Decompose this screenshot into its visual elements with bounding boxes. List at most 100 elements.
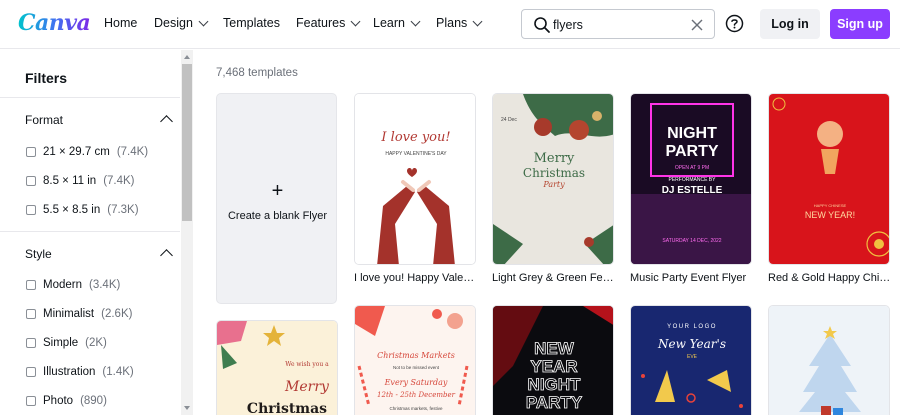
divider	[0, 97, 180, 98]
svg-text:HAPPY VALENTINE'S DAY: HAPPY VALENTINE'S DAY	[385, 151, 447, 157]
new-year-party-thumbnail: NEW YEAR NIGHT PARTY	[493, 306, 613, 415]
checkbox[interactable]	[26, 396, 36, 406]
svg-text:NEW: NEW	[534, 339, 575, 358]
svg-text:Every Saturday: Every Saturday	[384, 378, 448, 387]
nav-home[interactable]: Home	[104, 16, 137, 30]
template-title[interactable]: Light Grey & Green Festive Christmas Par…	[492, 272, 616, 284]
clear-search-icon[interactable]	[689, 17, 705, 33]
template-card-music-party[interactable]: NIGHT PARTY OPEN AT 9 PM PERFORMANCE BY …	[630, 93, 752, 265]
svg-text:I love you!: I love you!	[380, 130, 450, 145]
merry-christmas-thumbnail: We wish you a Merry Christmas	[217, 321, 337, 415]
scrollbar-thumb[interactable]	[182, 64, 192, 221]
svg-text:PERFORMANCE BY: PERFORMANCE BY	[669, 177, 717, 183]
svg-text:PARTY: PARTY	[665, 143, 718, 160]
checkbox[interactable]	[26, 367, 36, 377]
style-section-title[interactable]: Style	[25, 247, 52, 261]
svg-text:12th - 25th December: 12th - 25th December	[377, 391, 456, 399]
svg-text:SATURDAY 14 DEC, 2022: SATURDAY 14 DEC, 2022	[662, 238, 721, 244]
svg-text:We wish you a: We wish you a	[285, 361, 329, 368]
svg-text:NEW YEAR!: NEW YEAR!	[805, 210, 855, 220]
divider	[0, 231, 180, 232]
nav-plans[interactable]: Plans	[436, 16, 483, 30]
help-icon[interactable]	[725, 14, 744, 33]
checkbox[interactable]	[26, 309, 36, 319]
nav-design[interactable]: Design	[154, 16, 209, 30]
svg-text:New Year's: New Year's	[657, 337, 726, 351]
music-party-thumbnail: NIGHT PARTY OPEN AT 9 PM PERFORMANCE BY …	[631, 94, 751, 264]
create-blank-flyer-card[interactable]: + Create a blank Flyer	[216, 93, 337, 304]
sidebar-scrollbar[interactable]	[181, 50, 193, 415]
chinese-new-year-thumbnail: HAPPY CHINESE NEW YEAR!	[769, 94, 889, 264]
template-card-new-years-eve[interactable]: YOUR LOGO New Year's EVE	[630, 305, 752, 415]
svg-text:Merry: Merry	[534, 151, 575, 166]
format-section-title[interactable]: Format	[25, 113, 63, 127]
search-box	[521, 9, 715, 39]
christmas-tree-thumbnail	[769, 306, 889, 415]
checkbox[interactable]	[26, 338, 36, 348]
create-blank-label: Create a blank Flyer	[227, 210, 328, 222]
chevron-down-icon	[472, 16, 483, 26]
filter-format-half-letter[interactable]: 5.5 × 8.5 in (7.3K)	[26, 204, 139, 216]
template-card-new-year-night-party[interactable]: NEW YEAR NIGHT PARTY	[492, 305, 614, 415]
filter-style-photo[interactable]: Photo (890)	[26, 395, 107, 407]
svg-text:DJ ESTELLE: DJ ESTELLE	[662, 185, 723, 196]
login-button[interactable]: Log in	[760, 9, 820, 39]
plus-icon: +	[271, 180, 284, 202]
template-count: 7,468 templates	[216, 67, 298, 79]
christmas-markets-thumbnail: Christmas Markets Not to be missed event…	[355, 306, 475, 415]
svg-text:HAPPY CHINESE: HAPPY CHINESE	[814, 203, 847, 208]
valentine-thumbnail: I love you! HAPPY VALENTINE'S DAY	[355, 94, 475, 264]
svg-text:Christmas Markets: Christmas Markets	[377, 351, 455, 360]
svg-text:EVE: EVE	[687, 354, 698, 360]
filter-style-modern[interactable]: Modern (3.4K)	[26, 279, 120, 291]
svg-text:Christmas: Christmas	[523, 166, 585, 180]
svg-text:YOUR LOGO: YOUR LOGO	[667, 324, 717, 330]
nav-learn[interactable]: Learn	[373, 16, 421, 30]
checkbox[interactable]	[26, 147, 36, 157]
christmas-party-thumbnail: 24 Dec Merry Christmas Party	[493, 94, 613, 264]
chevron-down-icon	[350, 16, 361, 26]
chevron-up-icon[interactable]	[160, 115, 173, 128]
svg-text:Christmas markets, festive: Christmas markets, festive	[389, 406, 443, 411]
svg-text:OPEN AT 9 PM: OPEN AT 9 PM	[675, 165, 709, 171]
svg-text:Party: Party	[542, 180, 565, 189]
chevron-down-icon	[410, 16, 421, 26]
svg-text:PARTY: PARTY	[526, 393, 583, 412]
checkbox[interactable]	[26, 205, 36, 215]
filter-style-simple[interactable]: Simple (2K)	[26, 337, 107, 349]
scroll-down-arrow-icon[interactable]	[184, 406, 190, 410]
svg-text:24 Dec: 24 Dec	[501, 117, 517, 123]
svg-text:NIGHT: NIGHT	[528, 375, 582, 394]
filter-style-illustration[interactable]: Illustration (1.4K)	[26, 366, 134, 378]
filter-style-minimalist[interactable]: Minimalist (2.6K)	[26, 308, 132, 320]
filter-format-letter[interactable]: 8.5 × 11 in (7.4K)	[26, 175, 135, 187]
search-input[interactable]	[553, 16, 683, 34]
checkbox[interactable]	[26, 280, 36, 290]
nav-features[interactable]: Features	[296, 16, 361, 30]
template-card-christmas-markets[interactable]: Christmas Markets Not to be missed event…	[354, 305, 476, 415]
scroll-up-arrow-icon[interactable]	[184, 55, 190, 59]
chevron-up-icon[interactable]	[160, 249, 173, 262]
template-card-merry-christmas[interactable]: We wish you a Merry Christmas	[216, 320, 338, 415]
svg-text:Christmas: Christmas	[247, 401, 327, 415]
chevron-down-icon	[198, 16, 209, 26]
template-card-christmas-party[interactable]: 24 Dec Merry Christmas Party	[492, 93, 614, 265]
template-card-christmas-tree[interactable]	[768, 305, 890, 415]
top-navbar: Canva Home Design Templates Features Lea…	[0, 0, 900, 49]
filter-format-a4[interactable]: 21 × 29.7 cm (7.4K)	[26, 146, 148, 158]
canva-logo[interactable]: Canva	[18, 10, 91, 36]
signup-button[interactable]: Sign up	[830, 9, 890, 39]
template-card-valentine[interactable]: I love you! HAPPY VALENTINE'S DAY	[354, 93, 476, 265]
svg-text:YEAR: YEAR	[530, 357, 577, 376]
svg-text:NIGHT: NIGHT	[667, 125, 717, 142]
search-icon	[534, 17, 550, 33]
svg-text:Merry: Merry	[284, 379, 330, 395]
filters-heading: Filters	[25, 70, 68, 86]
template-title[interactable]: Red & Gold Happy Chinese New Year	[768, 272, 892, 284]
template-title[interactable]: Music Party Event Flyer	[630, 272, 754, 284]
new-years-eve-thumbnail: YOUR LOGO New Year's EVE	[631, 306, 751, 415]
template-title[interactable]: I love you! Happy Valentine's Day	[354, 272, 478, 284]
nav-templates[interactable]: Templates	[223, 16, 280, 30]
checkbox[interactable]	[26, 176, 36, 186]
template-card-chinese-new-year[interactable]: HAPPY CHINESE NEW YEAR!	[768, 93, 890, 265]
